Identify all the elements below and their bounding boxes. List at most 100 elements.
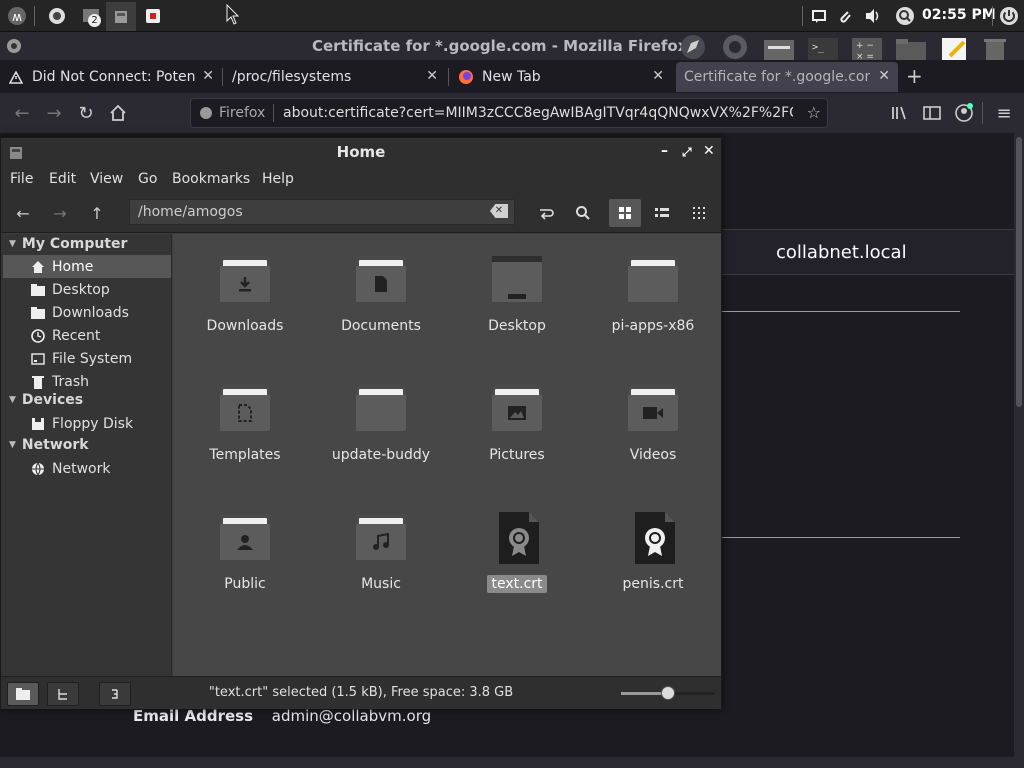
tab-did-not-connect[interactable]: Did Not Connect: Potenti ✕ xyxy=(0,62,222,92)
sidebar-item-desktop[interactable]: Desktop xyxy=(3,278,171,301)
certificate-name[interactable]: collabnet.local xyxy=(776,242,907,263)
floppy-icon xyxy=(30,416,46,432)
menu-bookmarks[interactable]: Bookmarks xyxy=(172,171,250,187)
firefox-window-button[interactable] xyxy=(140,3,166,29)
file-name: Templates xyxy=(209,447,281,463)
sidebar-item-recent[interactable]: Recent xyxy=(3,324,171,347)
file-item-desktop[interactable]: Desktop xyxy=(449,242,585,367)
close-tab-icon[interactable]: ✕ xyxy=(652,68,664,84)
notifications-icon[interactable] xyxy=(806,3,832,29)
close-tab-icon[interactable]: ✕ xyxy=(878,68,890,84)
sidebar-item-home[interactable]: Home xyxy=(3,255,171,278)
folder-dock-icon[interactable] xyxy=(894,36,928,62)
sidebar-item-file-system[interactable]: File System xyxy=(3,347,171,370)
file-item-pictures[interactable]: Pictures xyxy=(449,371,585,496)
section-my-computer[interactable]: ▼ My Computer xyxy=(9,236,127,252)
close-tab-icon[interactable]: ✕ xyxy=(426,68,438,84)
sidebar-item-network[interactable]: Network xyxy=(3,457,171,480)
file-item-update-buddy[interactable]: update-buddy xyxy=(313,371,449,496)
menu-launcher-icon[interactable]: ʍ xyxy=(4,3,30,29)
files-dock-icon[interactable] xyxy=(762,36,796,62)
scrollbar-thumb[interactable] xyxy=(1016,137,1022,407)
minimize-button[interactable]: – xyxy=(661,143,668,159)
close-button[interactable]: ✕ xyxy=(703,143,715,159)
sidebar-item-downloads[interactable]: Downloads xyxy=(3,301,171,324)
file-name-selected: text.crt xyxy=(487,575,547,593)
section-devices[interactable]: ▼ Devices xyxy=(9,392,83,408)
up-icon[interactable]: ↑ xyxy=(81,199,113,227)
sidebar-item-floppy-disk[interactable]: Floppy Disk xyxy=(3,412,171,435)
reload-icon[interactable]: ↻ xyxy=(74,101,98,125)
back-icon[interactable]: ← xyxy=(10,101,34,125)
paperclip-icon[interactable] xyxy=(832,3,858,29)
volume-icon[interactable] xyxy=(860,3,886,29)
power-icon[interactable] xyxy=(996,3,1022,29)
file-item-videos[interactable]: Videos xyxy=(585,371,721,496)
menu-edit[interactable]: Edit xyxy=(49,171,76,187)
bookmark-star-icon[interactable]: ☆ xyxy=(807,103,821,122)
file-item-music[interactable]: Music xyxy=(313,500,449,625)
panel-clock[interactable]: 02:55 PM xyxy=(922,7,996,23)
search-icon[interactable] xyxy=(892,3,918,29)
file-item-downloads[interactable]: Downloads xyxy=(177,242,313,367)
account-icon[interactable] xyxy=(952,101,976,125)
close-tab-icon[interactable]: ✕ xyxy=(202,68,214,84)
file-item-pi-apps-x86[interactable]: pi-apps-x86 xyxy=(585,242,721,367)
menu-help[interactable]: Help xyxy=(262,171,294,187)
text-editor-dock-icon[interactable] xyxy=(938,36,972,62)
file-manager-titlebar[interactable]: Home – ⤢ ✕ xyxy=(1,138,721,167)
forward-icon[interactable]: → xyxy=(44,199,76,227)
location-field[interactable]: /home/amogos ✕ xyxy=(129,199,515,225)
firefox-launcher-icon[interactable] xyxy=(44,3,70,29)
tab-proc-filesystems[interactable]: /proc/filesystems ✕ xyxy=(224,62,446,92)
icon-view[interactable]: Downloads Documents Desktop pi-apps-x86 xyxy=(173,234,721,676)
file-item-text-crt[interactable]: text.crt xyxy=(449,500,585,625)
sidebar-toggle-icon[interactable] xyxy=(920,101,944,125)
zoom-slider[interactable] xyxy=(621,686,715,700)
trash-dock-icon[interactable] xyxy=(980,36,1010,62)
file-name: pi-apps-x86 xyxy=(611,318,695,334)
zoom-slider-knob[interactable] xyxy=(661,686,675,700)
identity-box[interactable]: Firefox xyxy=(199,105,265,121)
file-manager-window-button[interactable] xyxy=(106,2,136,31)
toggle-location-icon[interactable] xyxy=(530,199,562,227)
page-horizontal-scrollbar[interactable] xyxy=(0,757,1014,768)
menu-go[interactable]: Go xyxy=(138,171,157,187)
menu-view[interactable]: View xyxy=(90,171,123,187)
file-item-documents[interactable]: Documents xyxy=(313,242,449,367)
hamburger-menu-icon[interactable]: ≡ xyxy=(992,101,1016,125)
file-name: Videos xyxy=(629,447,677,463)
compact-view-button[interactable] xyxy=(683,199,715,227)
back-icon[interactable]: ← xyxy=(7,199,39,227)
tab-new-tab[interactable]: New Tab ✕ xyxy=(450,62,672,92)
maximize-button[interactable]: ⤢ xyxy=(682,145,692,160)
home-icon[interactable] xyxy=(106,101,130,125)
firefox-dock-icon[interactable] xyxy=(720,34,750,60)
file-item-public[interactable]: Public xyxy=(177,500,313,625)
menu-file[interactable]: File xyxy=(10,171,33,187)
calculator-dock-icon[interactable]: + −× = xyxy=(850,36,884,62)
location-text[interactable]: /home/amogos xyxy=(138,204,243,220)
url-text[interactable]: about:certificate?cert=MIIM3zCCC8egAwIBA… xyxy=(283,105,793,121)
sidebar-item-trash[interactable]: Trash xyxy=(3,370,171,393)
urlbar-separator xyxy=(273,104,274,122)
icon-view-button[interactable] xyxy=(609,199,641,227)
music-icon xyxy=(356,528,406,556)
file-item-penis-crt[interactable]: penis.crt xyxy=(585,500,721,625)
clear-location-icon[interactable]: ✕ xyxy=(490,204,508,218)
section-network[interactable]: ▼ Network xyxy=(9,437,89,453)
forward-icon[interactable]: → xyxy=(42,101,66,125)
page-scrollbar[interactable] xyxy=(1014,133,1024,768)
list-view-button[interactable] xyxy=(646,199,678,227)
url-bar[interactable]: Firefox about:certificate?cert=MIIM3zCCC… xyxy=(190,98,828,128)
drive-icon xyxy=(30,351,46,367)
file-item-templates[interactable]: Templates xyxy=(177,371,313,496)
firefox-window-icon xyxy=(7,39,21,53)
terminal-window-button[interactable]: 2 xyxy=(78,3,104,29)
search-icon[interactable] xyxy=(567,199,599,227)
new-tab-button[interactable]: + xyxy=(906,64,923,88)
tab-certificate[interactable]: Certificate for *.google.com ✕ xyxy=(676,62,898,92)
rocket-launcher-icon[interactable] xyxy=(678,34,708,60)
terminal-dock-icon[interactable]: >_ xyxy=(806,36,840,62)
library-icon[interactable] xyxy=(888,101,912,125)
